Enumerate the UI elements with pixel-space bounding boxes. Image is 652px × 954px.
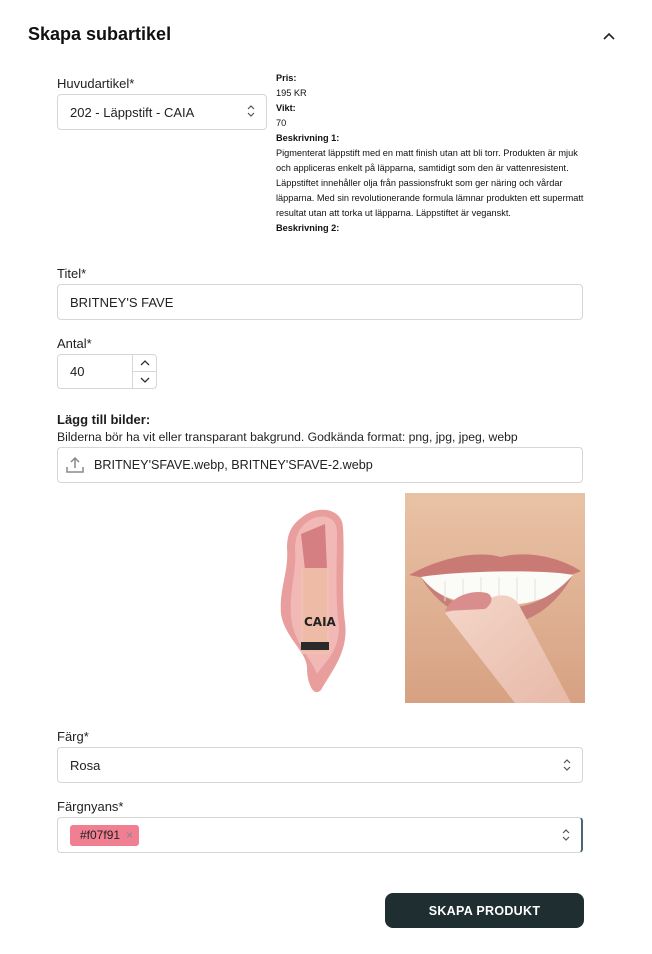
price-value: 195 KR: [276, 88, 307, 98]
stepper-up-icon: [140, 360, 149, 366]
collapse-section-button[interactable]: [599, 26, 619, 46]
images-title: Lägg till bilder:: [57, 412, 151, 427]
main-article-label: Huvudartikel*: [57, 76, 135, 91]
main-article-value: 202 - Läppstift - CAIA: [70, 104, 195, 120]
upload-icon: [66, 456, 84, 473]
weight-value: 70: [276, 118, 287, 128]
select-chevrons-icon: [562, 829, 570, 841]
chevron-up-icon: [603, 32, 615, 40]
images-hint: Bilderna bör ha vit eller transparant ba…: [57, 430, 518, 444]
uploaded-files-text: BRITNEY'SFAVE.webp, BRITNEY'SFAVE-2.webp: [94, 458, 373, 472]
color-value: Rosa: [70, 757, 101, 773]
title-input-value: BRITNEY'S FAVE: [70, 294, 174, 310]
main-article-select[interactable]: 202 - Läppstift - CAIA: [57, 94, 267, 130]
remove-chip-icon[interactable]: ×: [126, 828, 133, 842]
stepper-down-icon: [140, 377, 149, 383]
shade-label: Färgnyans*: [57, 799, 124, 814]
color-select[interactable]: Rosa: [57, 747, 583, 783]
quantity-label: Antal*: [57, 336, 92, 351]
article-info: Pris: 195 KR Vikt: 70 Beskrivning 1: Pig…: [276, 71, 596, 236]
select-chevrons-icon: [247, 105, 255, 117]
create-product-button[interactable]: SKAPA PRODUKT: [385, 893, 584, 928]
price-label: Pris:: [276, 73, 297, 83]
select-chevrons-icon: [563, 759, 571, 771]
page-title: Skapa subartikel: [28, 24, 172, 44]
quantity-decrement-button[interactable]: [133, 371, 156, 388]
description2-label: Beskrivning 2:: [276, 223, 340, 233]
description1-text: Pigmenterat läppstift med en matt finish…: [276, 148, 584, 218]
quantity-stepper[interactable]: 40: [57, 354, 157, 389]
shade-chip: #f07f91 ×: [70, 824, 140, 846]
lipstick-product-image: CAIA: [267, 502, 359, 698]
title-input[interactable]: BRITNEY'S FAVE: [57, 284, 583, 320]
lips-model-image: [405, 493, 585, 703]
weight-label: Vikt:: [276, 103, 296, 113]
shade-select[interactable]: #f07f91 ×: [57, 817, 583, 853]
svg-text:CAIA: CAIA: [304, 615, 337, 629]
quantity-value[interactable]: 40: [58, 355, 132, 388]
color-label: Färg*: [57, 729, 89, 744]
title-label: Titel*: [57, 266, 87, 281]
quantity-increment-button[interactable]: [133, 355, 156, 371]
description1-label: Beskrivning 1:: [276, 133, 340, 143]
shade-chip-label: #f07f91: [80, 828, 121, 842]
